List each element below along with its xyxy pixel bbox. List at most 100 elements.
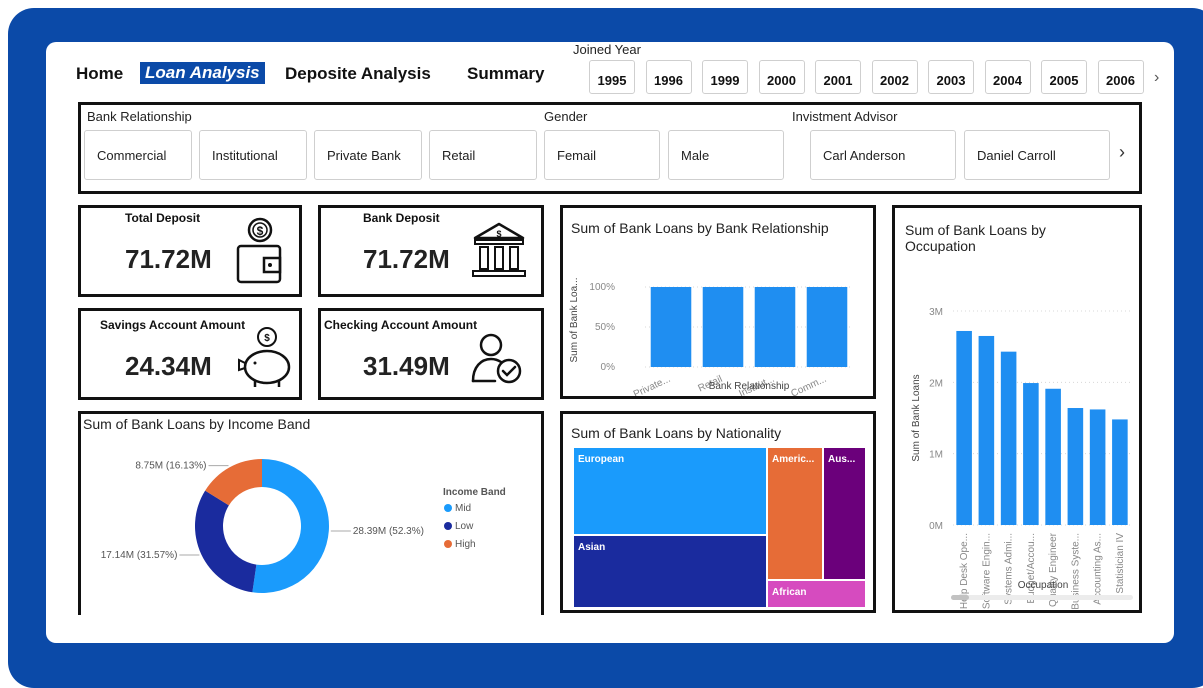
data-label: 8.75M (16.13%)	[135, 461, 206, 472]
kpi-value: 71.72M	[125, 244, 212, 274]
bar	[1023, 383, 1039, 525]
y-tick-label: 1M	[929, 450, 943, 461]
y-axis-title: Sum of Bank Loa...	[569, 277, 580, 362]
nav-deposite-analysis[interactable]: Deposite Analysis	[285, 64, 431, 84]
y-tick-label: 2M	[929, 378, 943, 389]
piggy-bank-icon: $	[238, 327, 291, 387]
kpi-checking-account: Checking Account Amount 31.49M	[318, 308, 544, 400]
legend-label: Mid	[455, 503, 471, 514]
user-check-icon	[471, 333, 522, 384]
kpi-savings-account: Savings Account Amount 24.34M $	[78, 308, 302, 400]
tile-label: European	[578, 454, 625, 465]
kpi-title: Savings Account Amount	[100, 318, 246, 332]
tile-label: Asian	[578, 542, 606, 553]
y-tick-label: 100%	[589, 282, 615, 293]
slicer-panel: Bank Relationship Gender Invistment Advi…	[78, 102, 1142, 194]
kpi-title: Bank Deposit	[363, 211, 440, 225]
svg-text:$: $	[496, 229, 501, 239]
year-button-1999[interactable]: 1999	[702, 60, 748, 94]
bar	[956, 330, 972, 525]
gender-label: Gender	[544, 109, 588, 124]
y-tick-label: 0%	[601, 362, 616, 373]
year-button-2001[interactable]: 2001	[815, 60, 861, 94]
nationality-visual[interactable]: Sum of Bank Loans by Nationality Europea…	[560, 411, 876, 613]
legend-marker	[444, 504, 452, 512]
bank-icon: $	[472, 222, 526, 277]
tile-label: Aus...	[828, 454, 856, 465]
year-button-2000[interactable]: 2000	[758, 60, 805, 94]
svg-text:$: $	[257, 224, 264, 238]
tile-label: Americ...	[772, 454, 815, 465]
treemap-tile-american[interactable]: Americ...	[767, 447, 823, 580]
legend-label: High	[455, 539, 476, 550]
nav-summary[interactable]: Summary	[467, 64, 544, 84]
nav-loan-analysis[interactable]: Loan Analysis	[140, 62, 265, 84]
year-button-2002[interactable]: 2002	[871, 60, 918, 94]
chevron-right-icon[interactable]: ›	[1154, 69, 1159, 87]
x-tick-label: Accounting As...	[1093, 533, 1104, 605]
relationship-bar-chart: 0%50%100%Private... Retail Institut... Comm…	[569, 277, 853, 396]
bar	[702, 287, 744, 367]
year-button-2004[interactable]: 2004	[984, 60, 1031, 94]
report-canvas: Home Loan Analysis Deposite Analysis Sum…	[46, 42, 1174, 643]
treemap-tile-asian[interactable]: Asian	[573, 535, 767, 608]
bar	[1045, 388, 1061, 525]
x-axis-title: Occupation	[1018, 580, 1069, 591]
kpi-title: Checking Account Amount	[324, 318, 478, 332]
bank-relationship-visual[interactable]: Sum of Bank Loans by Bank Relationship 0…	[560, 205, 876, 399]
nationality-treemap: European Asian Americ... Aus... African	[573, 447, 869, 608]
chip-commercial[interactable]: Commercial	[84, 130, 192, 180]
bar	[1089, 409, 1106, 525]
kpi-value: 24.34M	[125, 351, 212, 381]
horizontal-scrollbar[interactable]	[951, 595, 1133, 600]
kpi-value: 31.49M	[363, 351, 450, 381]
y-tick-label: 3M	[929, 307, 943, 318]
bar	[1112, 419, 1128, 525]
legend-title: Income Band	[443, 487, 506, 498]
chart-title: Sum of Bank Loans by Nationality	[571, 425, 782, 441]
year-button-2005[interactable]: 2005	[1041, 60, 1087, 94]
wallet-icon: $	[236, 217, 282, 284]
year-button-2006[interactable]: 2006	[1097, 60, 1144, 94]
data-label: 28.39M (52.3%)	[353, 526, 424, 537]
chip-carl-anderson[interactable]: Carl Anderson	[810, 130, 956, 180]
kpi-total-deposit: Total Deposit 71.72M $	[78, 205, 302, 297]
treemap-tile-australian[interactable]: Aus...	[823, 447, 866, 580]
kpi-title: Total Deposit	[125, 211, 201, 225]
income-donut-chart: 28.39M (52.3%) 17.14M (31.57%) 8.75M (16.1…	[101, 459, 506, 593]
bar	[1067, 408, 1084, 525]
nav-home[interactable]: Home	[76, 64, 123, 84]
joined-year-label: Joined Year	[573, 42, 641, 57]
year-button-2003[interactable]: 2003	[928, 60, 974, 94]
income-band-visual[interactable]: Sum of Bank Loans by Income Band 28.39M …	[78, 411, 544, 615]
chip-private-bank[interactable]: Private Bank	[314, 130, 422, 180]
treemap-tile-african[interactable]: African	[767, 580, 866, 608]
x-axis-title: Bank Relationship	[709, 381, 790, 392]
bar	[806, 287, 848, 367]
y-tick-label: 0M	[929, 521, 943, 532]
data-label: 17.14M (31.57%)	[101, 550, 178, 561]
donut-slice-low	[194, 490, 257, 593]
occupation-bar-chart: 0M1M2M3MHelp Desk Ope... Software Engin..…	[911, 307, 1131, 610]
year-button-1995[interactable]: 1995	[589, 60, 635, 94]
chevron-right-icon[interactable]: ›	[1119, 142, 1125, 163]
chip-male[interactable]: Male	[668, 130, 784, 180]
kpi-bank-deposit: Bank Deposit 71.72M $	[318, 205, 544, 297]
bar	[650, 287, 692, 367]
chip-daniel-carroll[interactable]: Daniel Carroll	[964, 130, 1110, 180]
x-tick-label: Statistician IV	[1115, 533, 1126, 594]
svg-text:$: $	[264, 333, 270, 344]
year-button-1996[interactable]: 1996	[645, 60, 692, 94]
x-tick-label: Budget/Accou...	[1026, 533, 1037, 604]
treemap-tile-european[interactable]: European	[573, 447, 767, 535]
chip-femail[interactable]: Femail	[544, 130, 660, 180]
tile-label: African	[772, 587, 807, 598]
scrollbar-thumb[interactable]	[951, 595, 969, 600]
x-tick-label: Comm...	[789, 374, 828, 396]
y-axis-title: Sum of Bank Loans	[911, 374, 922, 461]
chip-institutional[interactable]: Institutional	[199, 130, 307, 180]
donut-slice-mid	[252, 459, 329, 593]
investment-advisor-label: Invistment Advisor	[792, 109, 898, 124]
occupation-visual[interactable]: Sum of Bank Loans by Occupation 0M 1M 2M 3M…	[892, 205, 1142, 613]
chip-retail[interactable]: Retail	[429, 130, 537, 180]
